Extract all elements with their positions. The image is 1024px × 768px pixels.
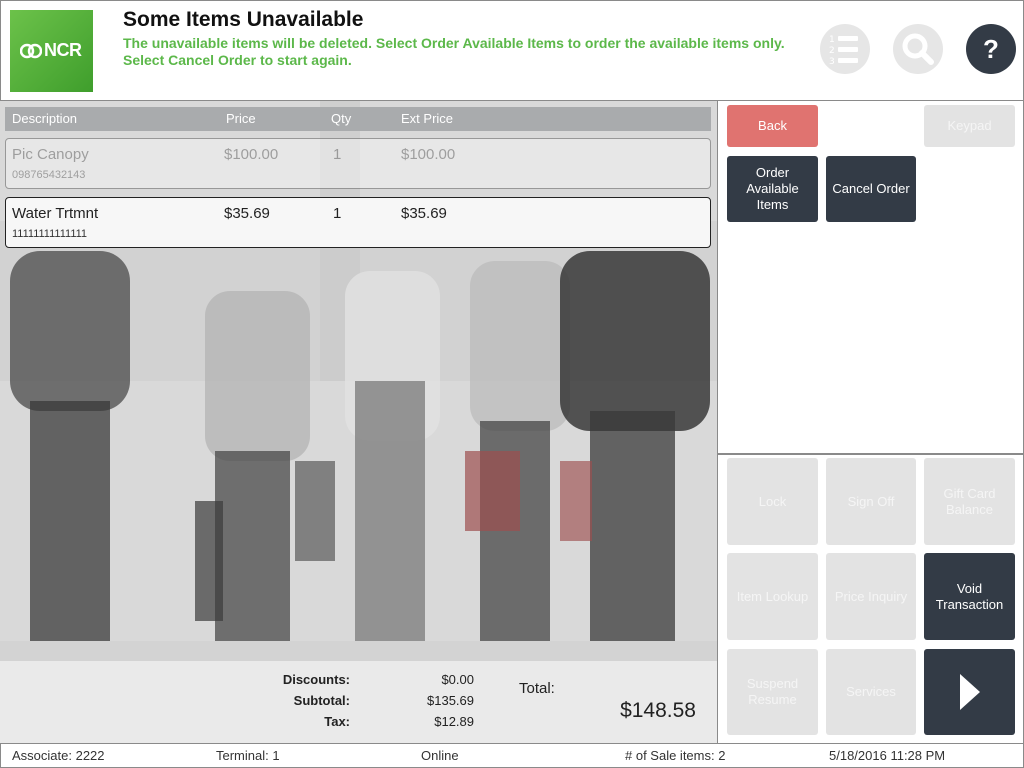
help-icon[interactable]: ? <box>966 24 1016 74</box>
item-price: $100.00 <box>224 146 279 163</box>
services-button[interactable]: Services <box>826 649 916 735</box>
column-price: Price <box>226 111 256 126</box>
column-qty: Qty <box>331 111 352 126</box>
sale-items-count: # of Sale items: 2 <box>625 748 726 763</box>
subtotal-label: Subtotal: <box>293 693 350 708</box>
table-row[interactable]: Pic Canopy $100.00 1 $100.00 09876543214… <box>5 138 711 189</box>
keypad-button[interactable]: Keypad <box>924 105 1015 147</box>
item-lookup-button[interactable]: Item Lookup <box>727 553 818 640</box>
associate-id: Associate: 2222 <box>12 748 105 763</box>
item-description: Water Trtmnt <box>12 205 99 222</box>
item-price: $35.69 <box>224 205 270 222</box>
item-ext-price: $100.00 <box>401 146 456 163</box>
discounts-label: Discounts: <box>282 672 350 687</box>
chevron-right-icon <box>959 674 980 710</box>
item-description: Pic Canopy <box>12 146 89 163</box>
suspend-resume-button[interactable]: Suspend Resume <box>727 649 818 735</box>
item-qty: 1 <box>333 205 342 222</box>
total-label: Total: <box>519 680 555 697</box>
next-page-button[interactable] <box>924 649 1015 735</box>
logo-text: NCR <box>44 40 82 60</box>
subtotal-value: $135.69 <box>427 693 474 708</box>
ncr-logo: NCR <box>10 10 93 92</box>
totals-panel: Discounts: $0.00 Subtotal: $135.69 Tax: … <box>0 661 717 743</box>
ncr-logo-icon <box>20 43 42 59</box>
action-panel: Back Keypad Order Available Items Cancel… <box>717 101 1024 743</box>
tax-value: $12.89 <box>434 714 474 729</box>
numbered-list-glyph: 1 2 3 <box>829 35 858 67</box>
page-title: Some Items Unavailable <box>123 8 364 31</box>
connection-status: Online <box>421 748 459 763</box>
void-transaction-button[interactable]: Void Transaction <box>924 553 1015 640</box>
item-ext-price: $35.69 <box>401 205 447 222</box>
item-sku: 11111111111111 <box>12 228 88 240</box>
magnifier-glyph <box>902 33 934 65</box>
tax-label: Tax: <box>324 714 350 729</box>
table-row[interactable]: Water Trtmnt $35.69 1 $35.69 11111111111… <box>5 197 711 248</box>
terminal-id: Terminal: 1 <box>216 748 280 763</box>
search-icon[interactable] <box>893 24 943 74</box>
item-qty: 1 <box>333 146 342 163</box>
lock-button[interactable]: Lock <box>727 458 818 545</box>
cancel-order-button[interactable]: Cancel Order <box>826 156 916 222</box>
total-value: $148.58 <box>620 699 696 722</box>
panel-divider <box>718 453 1024 455</box>
date-time: 5/18/2016 11:28 PM <box>829 748 946 763</box>
price-inquiry-button[interactable]: Price Inquiry <box>826 553 916 640</box>
order-available-items-button[interactable]: Order Available Items <box>727 156 818 222</box>
item-sku: 098765432143 <box>12 169 86 181</box>
svg-text:1: 1 <box>829 35 835 45</box>
gift-card-balance-button[interactable]: Gift Card Balance <box>924 458 1015 545</box>
instruction-message: The unavailable items will be deleted. S… <box>123 35 785 68</box>
column-description: Description <box>12 111 78 126</box>
svg-text:2: 2 <box>829 46 835 56</box>
table-header: Description Price Qty Ext Price <box>5 107 711 131</box>
column-ext-price: Ext Price <box>401 111 454 126</box>
numbered-list-icon[interactable]: 1 2 3 <box>820 24 870 74</box>
svg-text:3: 3 <box>829 57 835 67</box>
status-bar: Associate: 2222 Terminal: 1 Online # of … <box>0 743 1024 768</box>
transaction-panel: Description Price Qty Ext Price Pic Cano… <box>0 101 717 743</box>
header-bar: NCR Some Items Unavailable The unavailab… <box>0 0 1024 101</box>
discounts-value: $0.00 <box>441 672 474 687</box>
sign-off-button[interactable]: Sign Off <box>826 458 916 545</box>
back-button[interactable]: Back <box>727 105 818 147</box>
